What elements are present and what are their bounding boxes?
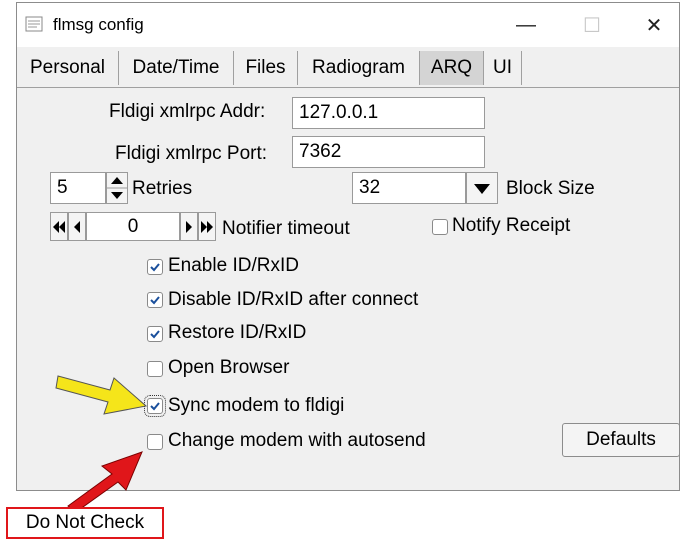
xmlrpc-port-label: Fldigi xmlrpc Port: xyxy=(115,143,268,164)
enable-id-label: Enable ID/RxID xyxy=(168,255,299,276)
check-icon xyxy=(150,330,160,339)
notifier-first-button[interactable] xyxy=(50,212,68,241)
retries-label: Retries xyxy=(132,178,193,199)
xmlrpc-addr-label: Fldigi xmlrpc Addr: xyxy=(109,101,266,122)
sync-modem-label: Sync modem to fldigi xyxy=(168,395,345,416)
left-icon xyxy=(74,220,80,233)
spinner-icon[interactable] xyxy=(106,172,128,204)
tab-radiogram[interactable]: Radiogram xyxy=(298,51,420,85)
disable-id-after-connect-label: Disable ID/RxID after connect xyxy=(168,289,419,310)
open-browser-label: Open Browser xyxy=(168,357,290,378)
minimize-button[interactable]: — xyxy=(503,9,549,41)
block-size-label: Block Size xyxy=(506,178,595,199)
window-title: flmsg config xyxy=(53,15,144,34)
enable-id-checkbox[interactable] xyxy=(147,259,163,275)
tab-bar: Personal Date/Time Files Radiogram ARQ U… xyxy=(17,47,679,88)
tab-datetime[interactable]: Date/Time xyxy=(119,51,234,85)
maximize-button[interactable]: ☐ xyxy=(569,9,615,41)
tab-personal[interactable]: Personal xyxy=(17,51,119,85)
notifier-last-button[interactable] xyxy=(198,212,216,241)
notifier-prev-button[interactable] xyxy=(68,212,86,241)
restore-id-label: Restore ID/RxID xyxy=(168,322,307,343)
restore-id-checkbox[interactable] xyxy=(147,326,163,342)
tab-ui[interactable]: UI xyxy=(484,51,522,85)
do-not-check-callout: Do Not Check xyxy=(6,507,164,539)
red-arrow-icon xyxy=(67,451,143,512)
block-size-select[interactable]: 32 xyxy=(352,172,466,204)
double-right-icon xyxy=(201,220,213,233)
notifier-timeout-input[interactable]: 0 xyxy=(86,212,180,241)
double-left-icon xyxy=(53,220,65,233)
xmlrpc-addr-input[interactable]: 127.0.0.1 xyxy=(292,97,485,129)
disable-id-after-connect-checkbox[interactable] xyxy=(147,292,163,308)
notifier-next-button[interactable] xyxy=(180,212,198,241)
xmlrpc-port-input[interactable]: 7362 xyxy=(292,136,485,168)
check-icon xyxy=(150,402,160,411)
notify-receipt-label: Notify Receipt xyxy=(452,215,571,236)
yellow-arrow-icon xyxy=(55,375,148,415)
title-bar: flmsg config — ☐ ✕ xyxy=(17,3,679,47)
close-button[interactable]: ✕ xyxy=(631,9,677,41)
tab-files[interactable]: Files xyxy=(234,51,298,85)
right-icon xyxy=(186,220,192,233)
notify-receipt-checkbox[interactable] xyxy=(432,219,448,235)
change-modem-autosend-label: Change modem with autosend xyxy=(168,430,426,451)
notifier-timeout-label: Notifier timeout xyxy=(222,218,350,239)
dropdown-arrow-icon[interactable] xyxy=(466,172,498,204)
defaults-button[interactable]: Defaults xyxy=(562,423,680,457)
retries-input[interactable]: 5 xyxy=(50,172,106,204)
app-icon xyxy=(25,16,43,32)
check-icon xyxy=(150,263,160,272)
check-icon xyxy=(150,296,160,305)
tab-arq[interactable]: ARQ xyxy=(420,51,484,85)
